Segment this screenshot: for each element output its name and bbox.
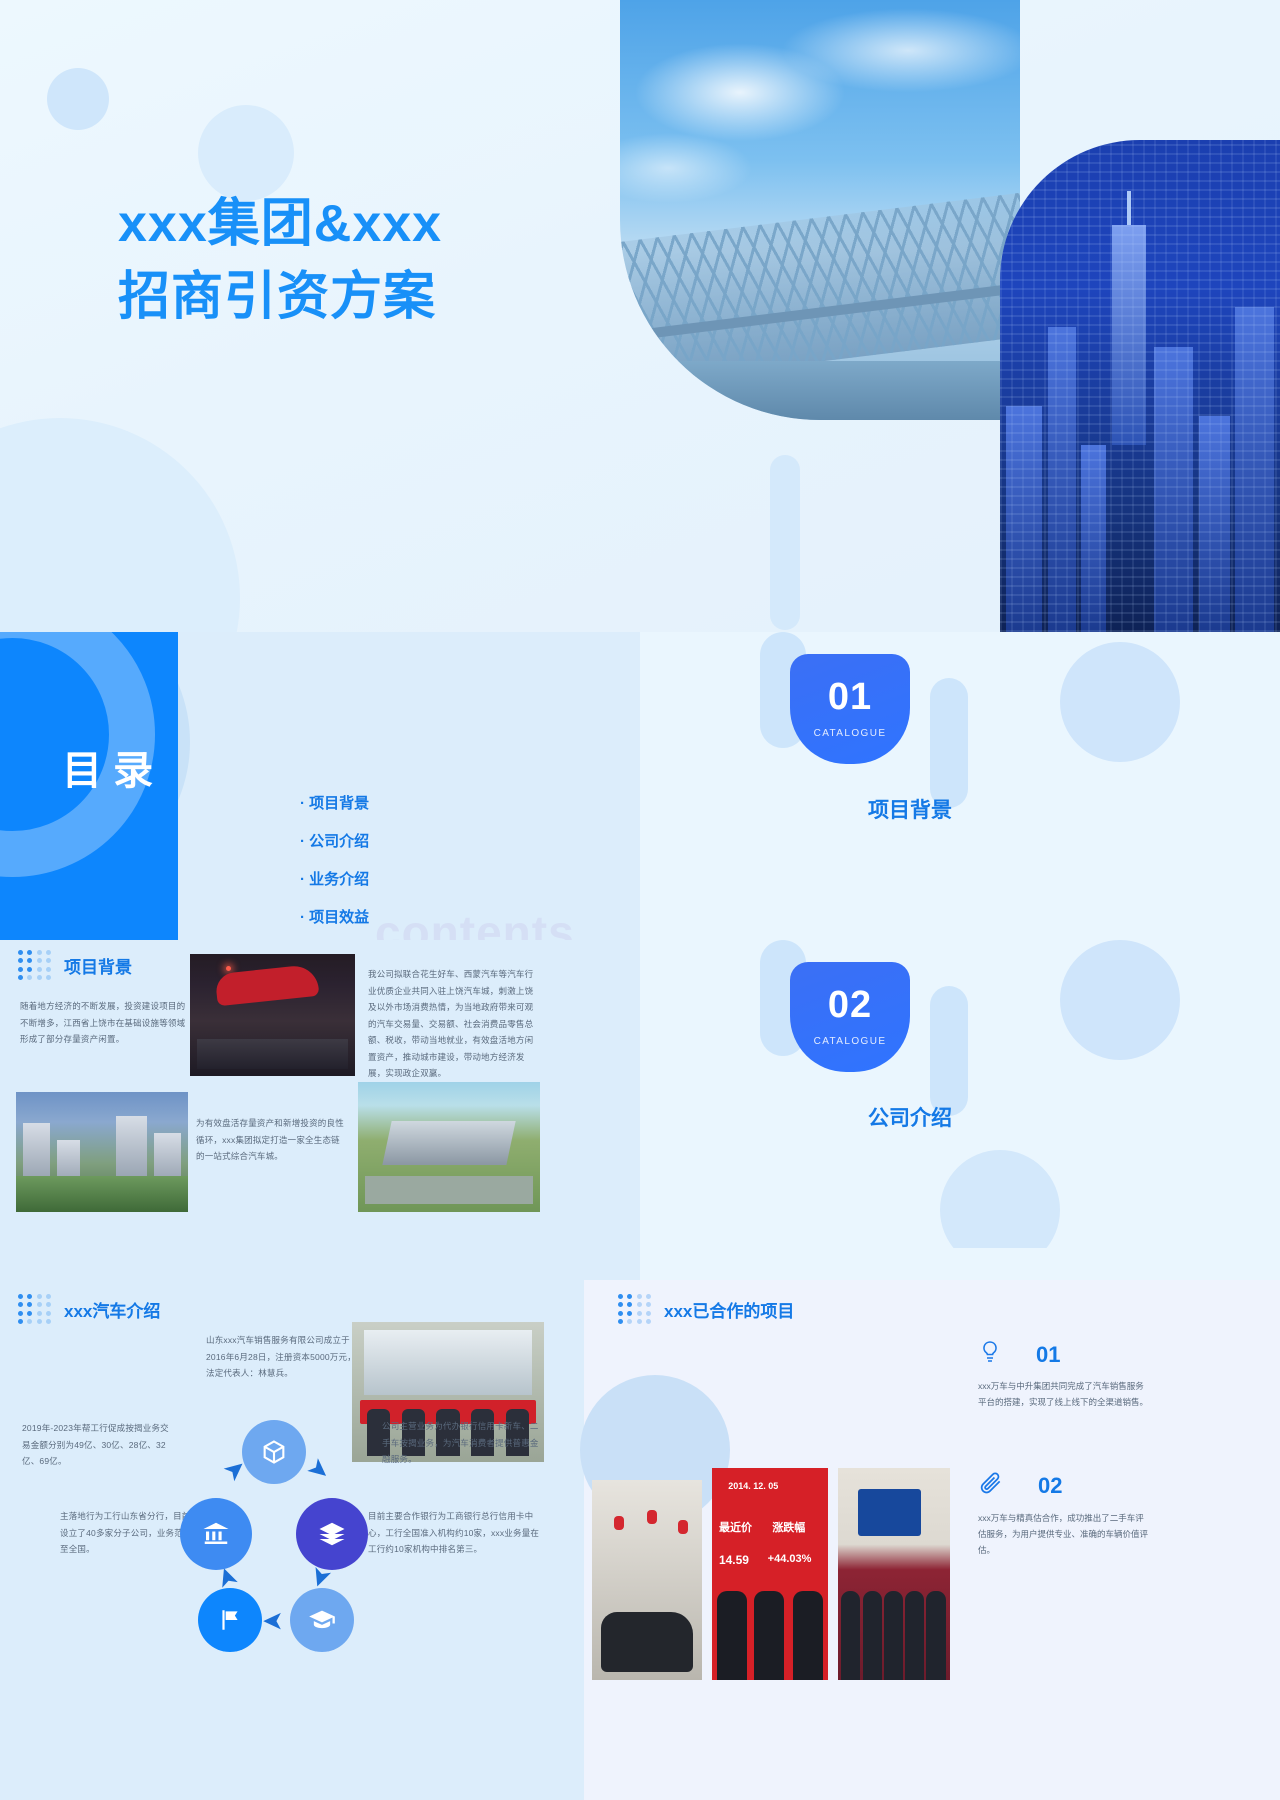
section-number: 02 [827,984,873,1026]
photo-dealership [592,1480,702,1680]
coop-item-02: 02 xxx万车与精真估合作，成功推出了二手车评估服务，为用户提供专业、准确的车… [978,1470,1148,1558]
coop-item-01: 01 xxx万车与中升集团共同完成了汽车销售服务平台的搭建，实现了线上线下的全渠… [978,1340,1148,1410]
decor-pill-b [930,678,968,808]
flag-icon [198,1588,262,1652]
stock-col2: 涨跌幅 [772,1521,806,1534]
lightbulb-icon [978,1340,1002,1369]
section-number: 01 [827,676,873,718]
catalogue-label: 目 录 [62,749,154,793]
decor-circle-medium [198,105,294,201]
photo-signing-ceremony [838,1468,950,1680]
bank-icon [180,1498,252,1570]
catalogue-item-0[interactable]: 项目背景 [300,792,369,813]
photo-car-showroom [190,954,355,1076]
bridge-photo [620,0,1020,420]
decor-circle-c [940,1150,1060,1248]
dot-grid-icon [18,1294,52,1324]
stock-val2: +44.03% [767,1552,812,1565]
section-card-01: 01 CATALOGUE 项目背景 [640,632,1180,940]
coop-heading-row: xxx已合作的项目 [618,1294,794,1324]
car-text-mid-left: 2019年-2023年帮工行促成按揭业务交易金额分别为49亿、30亿、28亿、3… [22,1423,169,1467]
car-text-bot-right: 目前主要合作银行为工商银行总行信用卡中心，工行全国准入机构约10家，xxx业务量… [368,1511,540,1555]
background-paragraph-bottom: 为有效盘活存量资产和新增投资的良性循环，xxx集团拟定打造一家全生态链的一站式综… [196,1118,344,1162]
arrow-icon: ➤ [262,1607,284,1637]
car-text-top-right: 山东xxx汽车销售服务有限公司成立于2016年6月28日，注册资本5000万元，… [206,1335,356,1379]
decor-pill-d [930,986,968,1116]
car-heading-row: xxx汽车介绍 [18,1294,160,1324]
photo-factory [358,1082,540,1212]
graduation-icon [290,1588,354,1652]
coop-item-number: 01 [1036,1341,1061,1367]
stock-date: 2014. 12. 05 [728,1480,779,1491]
coop-item-number: 02 [1038,1472,1063,1498]
decor-circle-b [1060,940,1180,1060]
cooperation-block: xxx已合作的项目 2014. 12. 05 最近价 涨跌幅 14.59 +44… [560,1280,1280,1800]
decor-strip [560,1280,584,1800]
decor-circle-small [47,68,109,130]
cover-title-line2: 招商引资方案 [118,267,437,326]
section-caption: CATALOGUE [813,728,887,739]
catalogue-list: 项目背景 公司介绍 业务介绍 项目效益 [300,792,369,940]
coop-item-text: xxx万车与精真估合作，成功推出了二手车评估服务，为用户提供专业、准确的车辆价值… [978,1513,1149,1556]
photo-stock-board: 2014. 12. 05 最近价 涨跌幅 14.59 +44.03% [712,1468,828,1680]
car-intro-block: xxx汽车介绍 山东xxx汽车销售服务有限公司成立于2016年6月28日，注册资… [0,1280,560,1800]
section-title-01: 项目背景 [868,799,952,822]
city-skyline-photo [1000,140,1280,632]
cover-imagery [620,0,1280,632]
car-text-mid-right: 公司主营业务为代办银行信用卡新车、二手车按揭业务，为汽车消费者提供普惠金融服务。 [382,1421,539,1465]
presentation-deck: xxx集团&xxx 招商引资方案 目 录 项目背景 公司介绍 业务介绍 项目效益… [0,0,1280,1800]
decor-arc [0,418,240,632]
background-paragraph-left: 随着地方经济的不断发展，投资建设项目的不断增多，江西省上饶市在基础设施等领域形成… [20,1001,186,1045]
catalogue-item-3[interactable]: 项目效益 [300,906,369,927]
dot-grid-icon [618,1294,652,1324]
catalogue-item-1[interactable]: 公司介绍 [300,830,369,851]
catalogue-slide: 目 录 项目背景 公司介绍 业务介绍 项目效益 [0,632,640,940]
paperclip-icon [978,1470,1004,1501]
decor-circle-a [1060,642,1180,762]
cover-slide: xxx集团&xxx 招商引资方案 [0,0,1280,632]
catalogue-label-panel: 目 录 [0,632,178,940]
section-title-02: 公司介绍 [868,1107,952,1130]
cover-title-line1: xxx集团&xxx [118,195,443,253]
stock-val1: 14.59 [718,1552,749,1567]
project-background-block: 项目背景 我公司拟联合花生好车、西蒙汽车等汽车行业优质企业共同入驻上饶汽车城，刺… [0,940,640,1280]
arrow-icon: ➤ [301,1450,338,1488]
process-cycle-diagram: ➤ ➤ ➤ ➤ ➤ [180,1420,380,1652]
section-caption: CATALOGUE [813,1036,887,1047]
section-card-02: 02 CATALOGUE 公司介绍 [640,940,1180,1248]
stock-col1: 最近价 [718,1521,752,1534]
background-paragraph-right: 我公司拟联合花生好车、西蒙汽车等汽车行业优质企业共同入驻上饶汽车城，刺激上饶及以… [368,969,534,1079]
section-badge-02: 02 CATALOGUE [790,962,910,1072]
section-badge-01: 01 CATALOGUE [790,654,910,764]
background-heading: 项目背景 [64,957,132,977]
catalogue-item-2[interactable]: 业务介绍 [300,868,369,889]
dot-grid-icon [18,950,52,980]
car-heading: xxx汽车介绍 [64,1301,161,1321]
background-heading-row: 项目背景 [18,950,132,980]
coop-heading: xxx已合作的项目 [664,1301,795,1321]
photo-city-development [16,1092,188,1212]
cover-title-group: xxx集团&xxx 招商引资方案 [118,190,588,331]
coop-item-text: xxx万车与中升集团共同完成了汽车销售服务平台的搭建，实现了线上线下的全渠道销售… [978,1381,1149,1408]
layers-icon [296,1498,368,1570]
